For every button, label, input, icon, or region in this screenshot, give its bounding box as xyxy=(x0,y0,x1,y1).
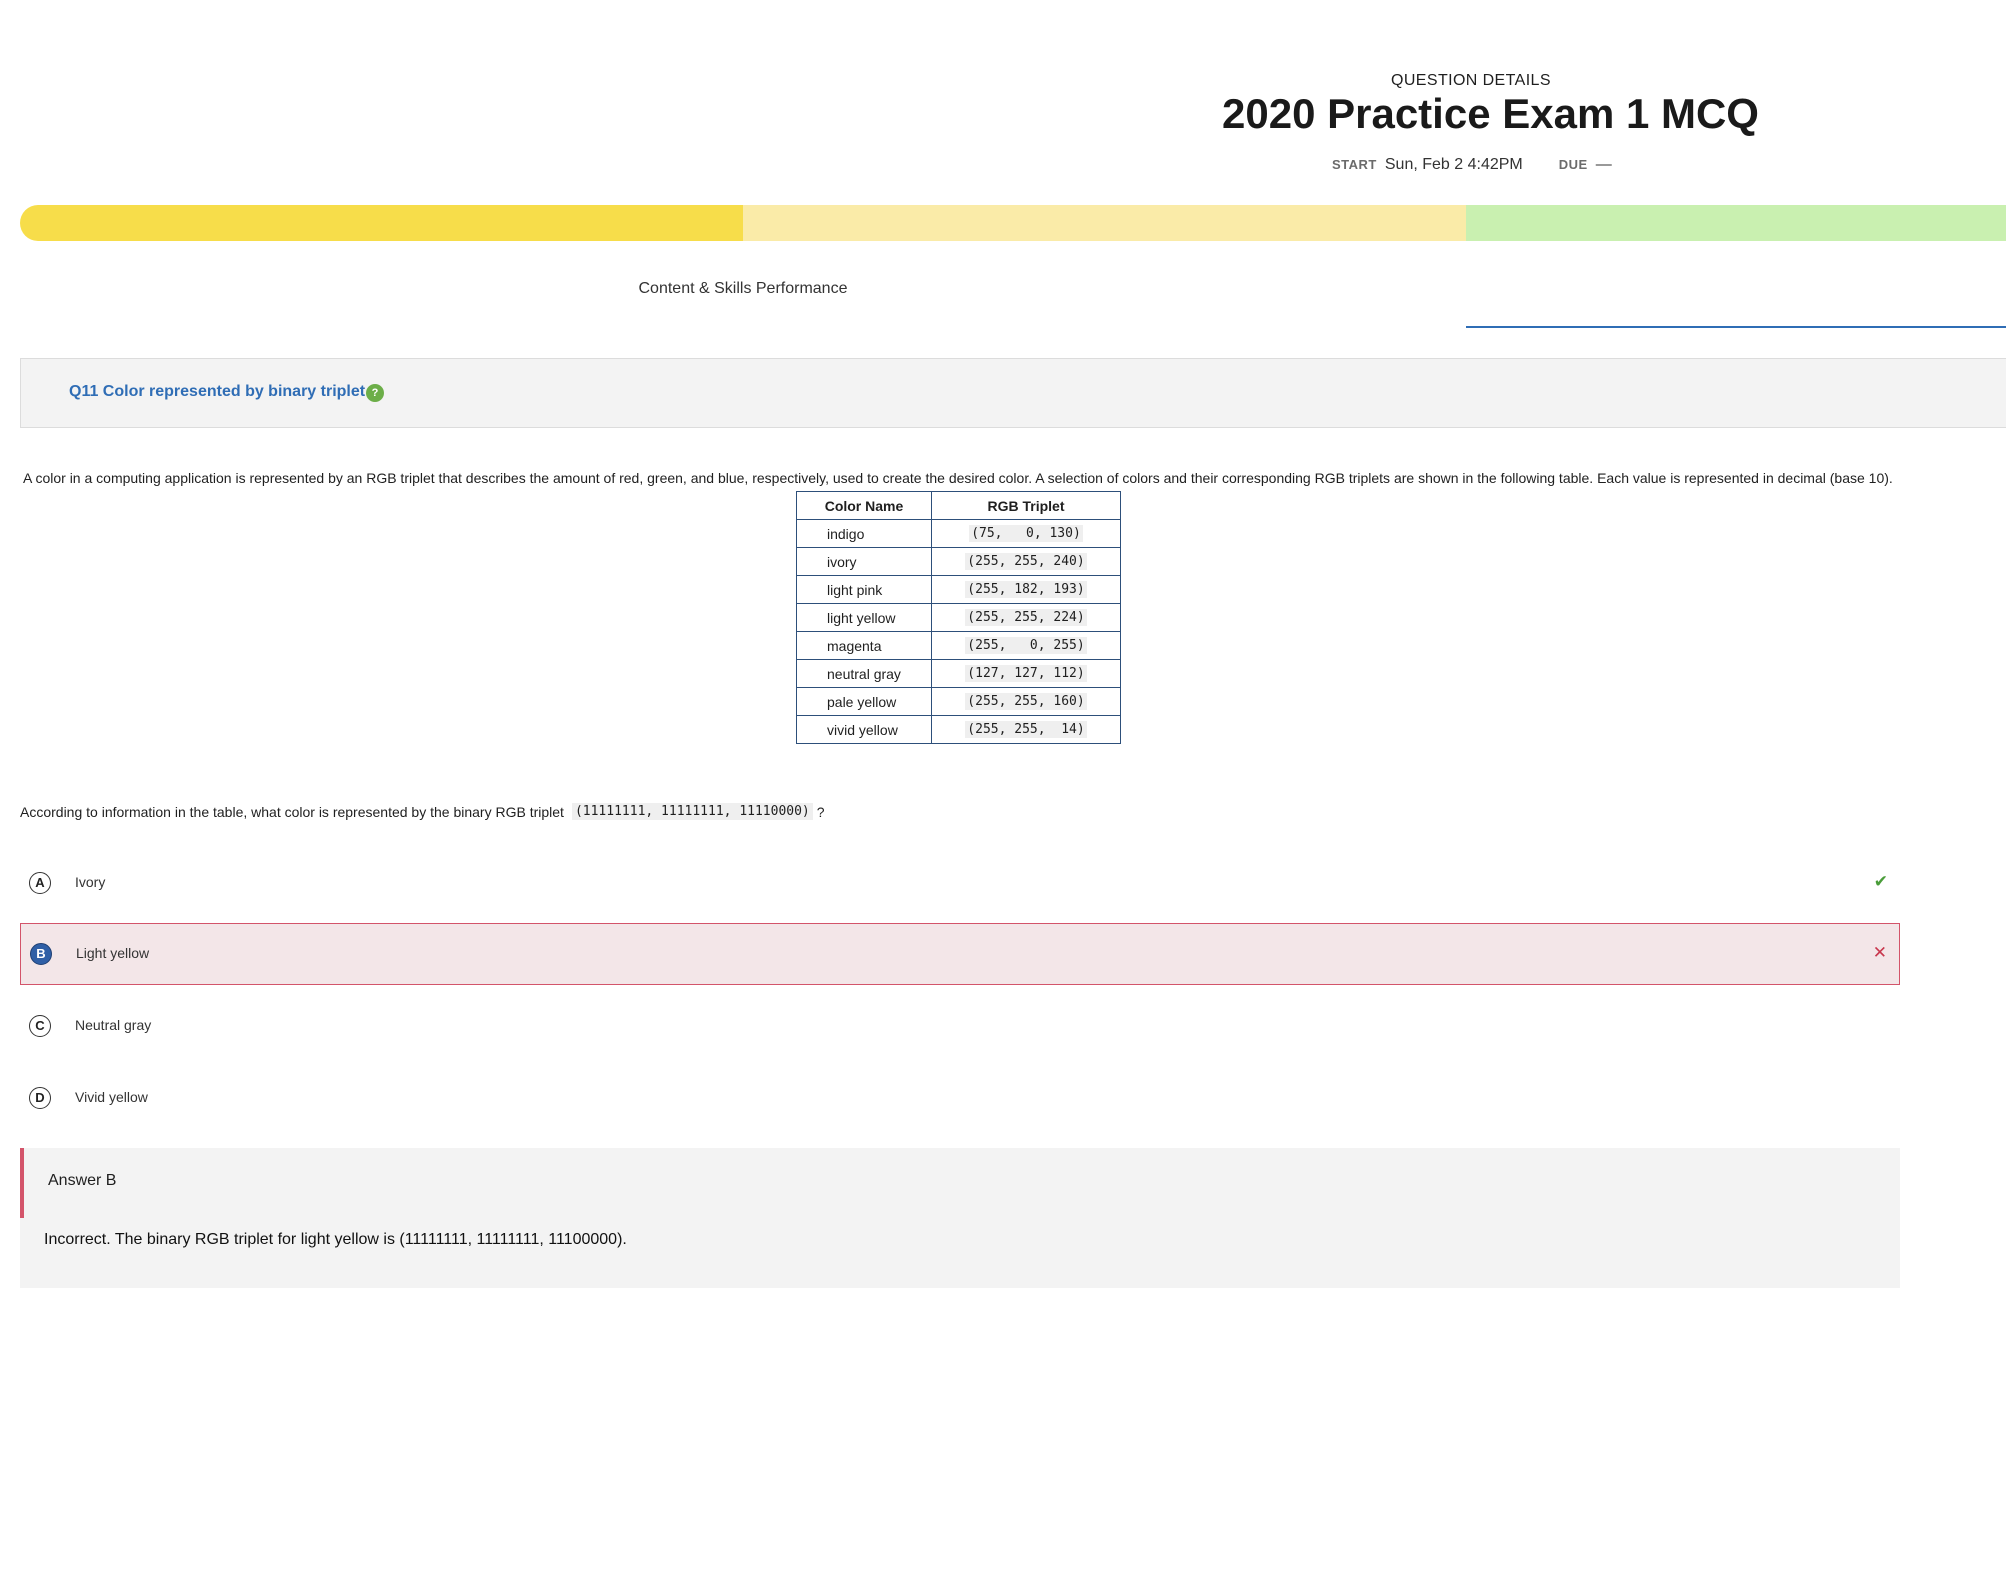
color-name-cell: vivid yellow xyxy=(796,715,932,744)
due-label: DUE xyxy=(1558,157,1588,172)
choice-label: Neutral gray xyxy=(75,1017,152,1033)
question-title[interactable]: Q11 Color represented by binary triplet xyxy=(69,383,365,401)
tab-content-skills-performance[interactable]: Content & Skills Performance xyxy=(20,280,1466,298)
choice-label: Light yellow xyxy=(76,945,150,961)
answer-explanation: Answer B Incorrect. The binary RGB tripl… xyxy=(20,1148,1900,1288)
prompt-code: (11111111, 11111111, 11110000) xyxy=(571,803,813,820)
rgb-code: (127, 127, 112) xyxy=(965,665,1087,682)
table-row: vivid yellow (255, 255, 14) xyxy=(796,715,1121,744)
prompt-suffix: ? xyxy=(816,803,825,820)
column-header-color-name: Color Name xyxy=(796,491,932,520)
checkmark-icon: ✔ xyxy=(1873,872,1888,891)
color-name-cell: light yellow xyxy=(796,603,932,632)
color-name-cell: neutral gray xyxy=(796,659,932,688)
choice-letter-b: B xyxy=(30,943,52,965)
tab-underline xyxy=(1466,326,2006,328)
rgb-code: (255, 255, 224) xyxy=(965,609,1087,626)
color-name-cell: ivory xyxy=(796,547,932,576)
rgb-code: (255, 255, 14) xyxy=(965,721,1087,738)
table-row: light yellow (255, 255, 224) xyxy=(796,603,1121,632)
help-icon[interactable]: ? xyxy=(366,384,384,402)
progress-bar xyxy=(20,205,2006,241)
choice-b[interactable]: B Light yellow ✕ xyxy=(20,923,1900,985)
rgb-code: (255, 182, 193) xyxy=(965,581,1087,598)
rgb-value-cell: (75, 0, 130) xyxy=(931,519,1121,548)
table-row: indigo (75, 0, 130) xyxy=(796,519,1121,548)
table-row: pale yellow (255, 255, 160) xyxy=(796,687,1121,716)
rgb-value-cell: (255, 255, 160) xyxy=(931,687,1121,716)
date-meta: START Sun, Feb 2 4:42PM DUE — xyxy=(1332,156,1648,174)
page-title: 2020 Practice Exam 1 MCQ xyxy=(1222,90,1759,137)
table-row: neutral gray (127, 127, 112) xyxy=(796,659,1121,688)
rgb-value-cell: (255, 255, 240) xyxy=(931,547,1121,576)
progress-segment-3 xyxy=(1466,205,2006,241)
table-header-row: Color Name RGB Triplet xyxy=(796,491,1121,520)
rgb-code: (255, 0, 255) xyxy=(965,637,1087,654)
due-value: — xyxy=(1595,156,1612,173)
choice-a[interactable]: A Ivory ✔ xyxy=(20,852,1900,914)
answer-heading: Answer B xyxy=(48,1172,117,1189)
progress-segment-1 xyxy=(20,205,743,241)
table-row: magenta (255, 0, 255) xyxy=(796,631,1121,660)
rgb-value-cell: (255, 255, 14) xyxy=(931,715,1121,744)
rgb-code: (255, 255, 240) xyxy=(965,553,1087,570)
choice-label: Vivid yellow xyxy=(75,1089,148,1105)
table-row: ivory (255, 255, 240) xyxy=(796,547,1121,576)
choice-letter-c: C xyxy=(29,1015,51,1037)
question-stem: A color in a computing application is re… xyxy=(23,470,1893,486)
choice-c[interactable]: C Neutral gray xyxy=(20,995,1900,1057)
rgb-value-cell: (255, 255, 224) xyxy=(931,603,1121,632)
answer-accent-bar xyxy=(20,1148,24,1218)
start-value: Sun, Feb 2 4:42PM xyxy=(1384,156,1523,173)
rgb-value-cell: (255, 182, 193) xyxy=(931,575,1121,604)
choice-label: Ivory xyxy=(75,874,106,890)
progress-segment-2 xyxy=(743,205,1466,241)
prompt-text: According to information in the table, w… xyxy=(20,803,564,820)
color-name-cell: pale yellow xyxy=(796,687,932,716)
answer-text: Incorrect. The binary RGB triplet for li… xyxy=(44,1231,627,1248)
color-name-cell: light pink xyxy=(796,575,932,604)
question-prompt: According to information in the table, w… xyxy=(20,803,825,820)
rgb-value-cell: (255, 0, 255) xyxy=(931,631,1121,660)
close-icon: ✕ xyxy=(1872,943,1887,962)
column-header-rgb-triplet: RGB Triplet xyxy=(931,491,1121,520)
choice-letter-a: A xyxy=(29,872,51,894)
choice-d[interactable]: D Vivid yellow xyxy=(20,1067,1900,1129)
start-label: START xyxy=(1332,157,1377,172)
rgb-code: (255, 255, 160) xyxy=(965,693,1087,710)
color-name-cell: indigo xyxy=(796,519,932,548)
rgb-value-cell: (127, 127, 112) xyxy=(931,659,1121,688)
section-label: QUESTION DETAILS xyxy=(1391,72,1551,89)
rgb-table: Color Name RGB Triplet indigo (75, 0, 13… xyxy=(796,491,1121,744)
color-name-cell: magenta xyxy=(796,631,932,660)
question-title-bar: Q11 Color represented by binary triplet … xyxy=(20,358,2006,428)
table-row: light pink (255, 182, 193) xyxy=(796,575,1121,604)
choice-letter-d: D xyxy=(29,1087,51,1109)
rgb-code: (75, 0, 130) xyxy=(969,525,1083,542)
